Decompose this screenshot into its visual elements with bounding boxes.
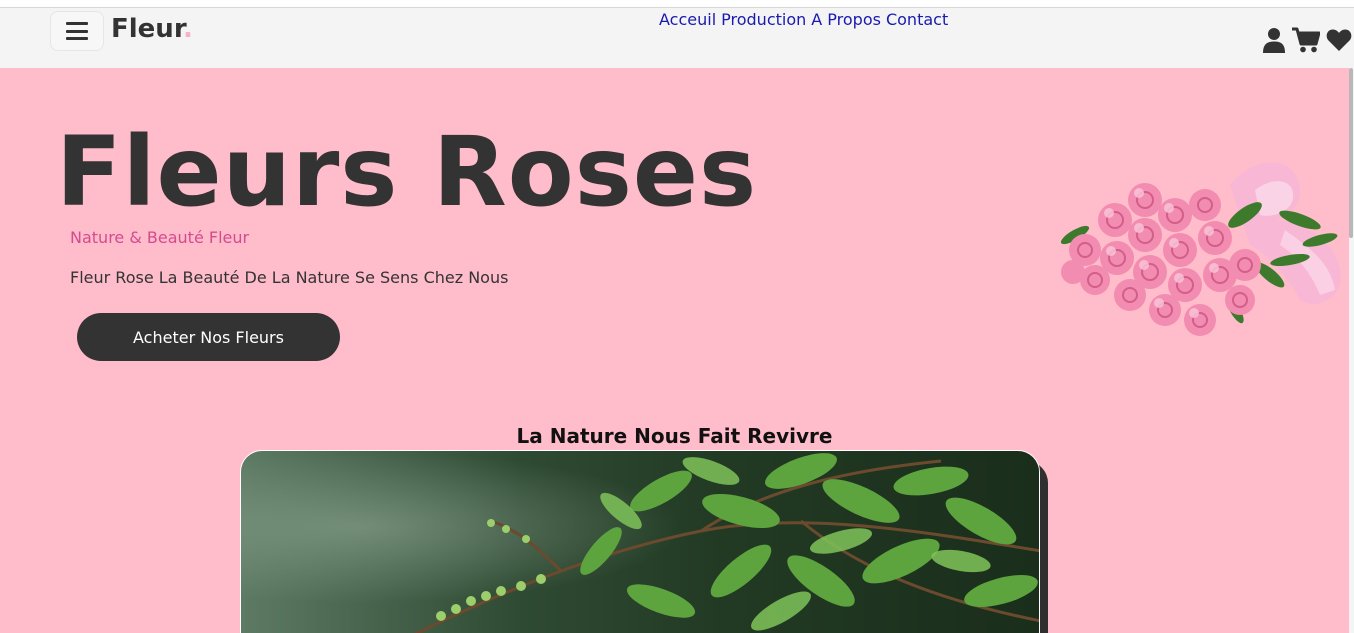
nav-link-contact[interactable]: Contact bbox=[886, 10, 948, 29]
hero-subtitle: Nature & Beauté Fleur bbox=[70, 228, 250, 247]
header-icons bbox=[1262, 26, 1352, 54]
leafy-branch-image bbox=[241, 451, 1039, 633]
section-title: La Nature Nous Fait Revivre bbox=[516, 424, 833, 448]
user-icon[interactable] bbox=[1262, 27, 1286, 53]
nav-link-acceuil[interactable]: Acceuil bbox=[659, 10, 716, 29]
nav-link-production[interactable]: Production bbox=[721, 10, 806, 29]
hero-description: Fleur Rose La Beauté De La Nature Se Sen… bbox=[70, 268, 509, 287]
rose-bouquet-image bbox=[1060, 162, 1341, 336]
hero-section: Fleurs Roses Nature & Beauté Fleur Fleur… bbox=[0, 68, 1349, 633]
heart-icon[interactable] bbox=[1326, 28, 1352, 52]
main-nav: Acceuil Production A Propos Contact bbox=[659, 10, 953, 29]
cart-icon[interactable] bbox=[1292, 27, 1320, 53]
nature-photo bbox=[240, 450, 1040, 633]
hamburger-icon bbox=[66, 22, 88, 40]
nav-link-a-propos[interactable]: A Propos bbox=[811, 10, 881, 29]
logo-text: Fleur bbox=[111, 14, 183, 44]
scrollbar[interactable] bbox=[1349, 68, 1354, 633]
page: Fleur. Acceuil Production A Propos Contact … bbox=[0, 0, 1354, 633]
buy-flowers-button[interactable]: Acheter Nos Fleurs bbox=[77, 313, 340, 361]
hero-title: Fleurs Roses bbox=[56, 116, 758, 228]
scrollbar-thumb[interactable] bbox=[1349, 68, 1353, 238]
logo[interactable]: Fleur. bbox=[111, 14, 193, 44]
menu-button[interactable] bbox=[50, 11, 104, 51]
logo-dot: . bbox=[182, 14, 193, 44]
site-header: Fleur. Acceuil Production A Propos Contact bbox=[0, 7, 1354, 68]
